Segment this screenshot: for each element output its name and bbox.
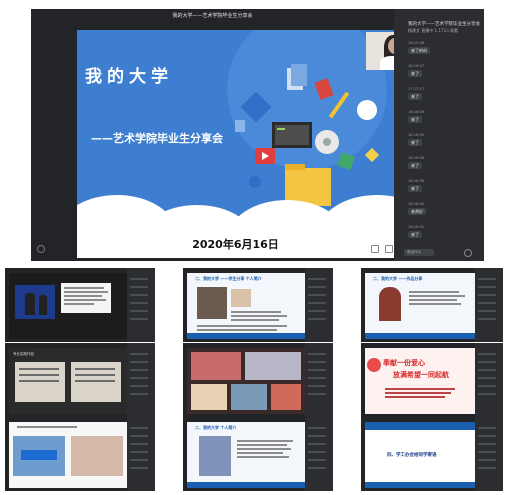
presentation-slide: 我的大学 ——艺术学院毕业生分享会 2020年6月16日 <box>77 30 394 258</box>
chat-message-time: 17:17:17 <box>408 87 425 91</box>
chat-message-bubble: 来了 <box>408 185 422 192</box>
life-photo-2 <box>245 352 301 380</box>
chat-message-time: 16:16:07 <box>408 64 425 68</box>
thumb-chat-panel <box>475 417 503 491</box>
life-photo-3 <box>191 384 227 410</box>
thumb-chat-panel <box>475 268 503 342</box>
slide-footer-bar <box>187 482 305 488</box>
charity-subheadline: 放满希望一同起航 <box>393 371 449 379</box>
charity-headline: 奉献一份爱心 <box>383 359 425 367</box>
person-silhouette <box>25 293 35 315</box>
slide-footer-bar <box>187 333 305 339</box>
thumb-slide <box>187 348 305 414</box>
thumb-slide <box>9 422 127 488</box>
screenshot-thumbnail <box>183 343 333 417</box>
chat-message-bubble: 来了 <box>408 162 422 169</box>
thumb-heading: 二、我的大学 ——学生分享 个人简介 <box>195 276 262 281</box>
chat-message-time: 16:16:41 <box>408 225 425 229</box>
live-class-window: 我的大学——艺术学院毕业生分享会 我的大学 ——艺术学院毕业生分享会 2020年… <box>31 9 484 261</box>
stage-photo <box>15 285 55 319</box>
screenshot-thumbnail <box>5 417 155 491</box>
heart-icon <box>367 358 381 372</box>
chat-message-bubble: 来了 <box>408 139 422 146</box>
slide-date: 2020年6月16日 <box>192 238 279 251</box>
student-photo-2 <box>231 289 251 307</box>
share-icon[interactable] <box>371 245 379 253</box>
student-photo <box>197 287 227 319</box>
chat-message-time: 16:15:06 <box>408 41 425 45</box>
thumb-slide: 四、学工办会给同学寄语 <box>365 422 475 488</box>
thumb-chat-panel <box>127 268 155 342</box>
volunteer-photo-2 <box>71 436 123 476</box>
life-photo-5 <box>271 384 301 410</box>
thumb-chat-panel <box>305 343 333 417</box>
thumb-heading: 专业实践作品 <box>13 352 34 356</box>
chat-message-bubble: 来了 <box>408 231 422 238</box>
chat-panel-subtitle: 杨建文 直播中 1,173人观看 <box>408 28 458 33</box>
thumb-chat-panel <box>305 268 333 342</box>
chat-panel-title: 我的大学——艺术学院毕业生分享会 <box>408 22 480 27</box>
chat-message-bubble: 来了 <box>408 116 422 123</box>
slide-header-bar <box>365 422 475 430</box>
slide-subtitle: ——艺术学院毕业生分享会 <box>91 132 223 145</box>
thumb-chat-panel <box>127 417 155 491</box>
chat-message-bubble: 来了 <box>408 70 422 77</box>
chat-message-time: 16:16:40 <box>408 202 425 206</box>
chat-message-bubble: 来了的吗 <box>408 47 430 54</box>
thumb-chat-panel <box>305 417 333 491</box>
slide-footer-bar <box>365 482 475 488</box>
artwork-photo <box>379 287 401 321</box>
castle-photo <box>199 436 231 476</box>
chat-message-time: 16:16:06 <box>408 156 425 160</box>
fullscreen-icon[interactable] <box>37 245 45 253</box>
screenshot-thumbnail: 奉献一份爱心 放满希望一同起航 <box>361 343 503 417</box>
slide-footer-bar <box>365 333 475 339</box>
chat-message-bubble: 来了 <box>408 93 422 100</box>
thumb-heading: 二、我的大学 个人简介 <box>195 425 237 430</box>
thumb-slide: 二、我的大学 ——作品分享 <box>365 273 475 339</box>
screenshot-thumbnail <box>5 268 155 342</box>
chat-message-time: 16:16:09 <box>408 133 425 137</box>
screenshot-thumbnail: 二、我的大学 ——作品分享 <box>361 268 503 342</box>
screenshot-thumbnail: 二、我的大学 个人简介 <box>183 417 333 491</box>
thumb-chat-panel <box>475 343 503 417</box>
screenshot-thumbnail: 四、学工办会给同学寄语 <box>361 417 503 491</box>
thumb-slide: 二、我的大学 ——学生分享 个人简介 <box>187 273 305 339</box>
chat-input[interactable]: 说点什么 <box>404 249 434 256</box>
thumb-slide: 奉献一份爱心 放满希望一同起航 <box>365 348 475 414</box>
life-photo-1 <box>191 352 241 380</box>
tent-canopy <box>21 450 57 460</box>
chat-panel: 我的大学——艺术学院毕业生分享会 杨建文 直播中 1,173人观看 16:15:… <box>394 9 484 261</box>
chat-message-time: 16:16:09 <box>408 110 425 114</box>
window-title: 我的大学——艺术学院毕业生分享会 <box>172 13 253 19</box>
thumb-heading: 二、我的大学 ——作品分享 <box>373 276 423 281</box>
slide-title: 我的大学 <box>85 67 173 87</box>
office-icons-illustration <box>235 64 380 206</box>
screenshot-thumbnail: 专业实践作品 <box>5 343 155 417</box>
teacher-message-heading: 四、学工办会给同学寄语 <box>387 453 437 458</box>
screenshot-thumbnail: 二、我的大学 ——学生分享 个人简介 <box>183 268 333 342</box>
chat-message-bubble: 老师好 <box>408 208 426 215</box>
thumb-slide: 专业实践作品 <box>9 348 127 414</box>
thumb-chat-panel <box>127 343 155 417</box>
life-photo-4 <box>231 384 267 410</box>
person-silhouette <box>39 295 47 315</box>
thumb-slide: 二、我的大学 个人简介 <box>187 422 305 488</box>
emoji-icon[interactable] <box>464 249 472 257</box>
settings-icon[interactable] <box>385 245 393 253</box>
chat-message-time: 16:16:39 <box>408 179 425 183</box>
thumb-slide <box>9 273 127 339</box>
